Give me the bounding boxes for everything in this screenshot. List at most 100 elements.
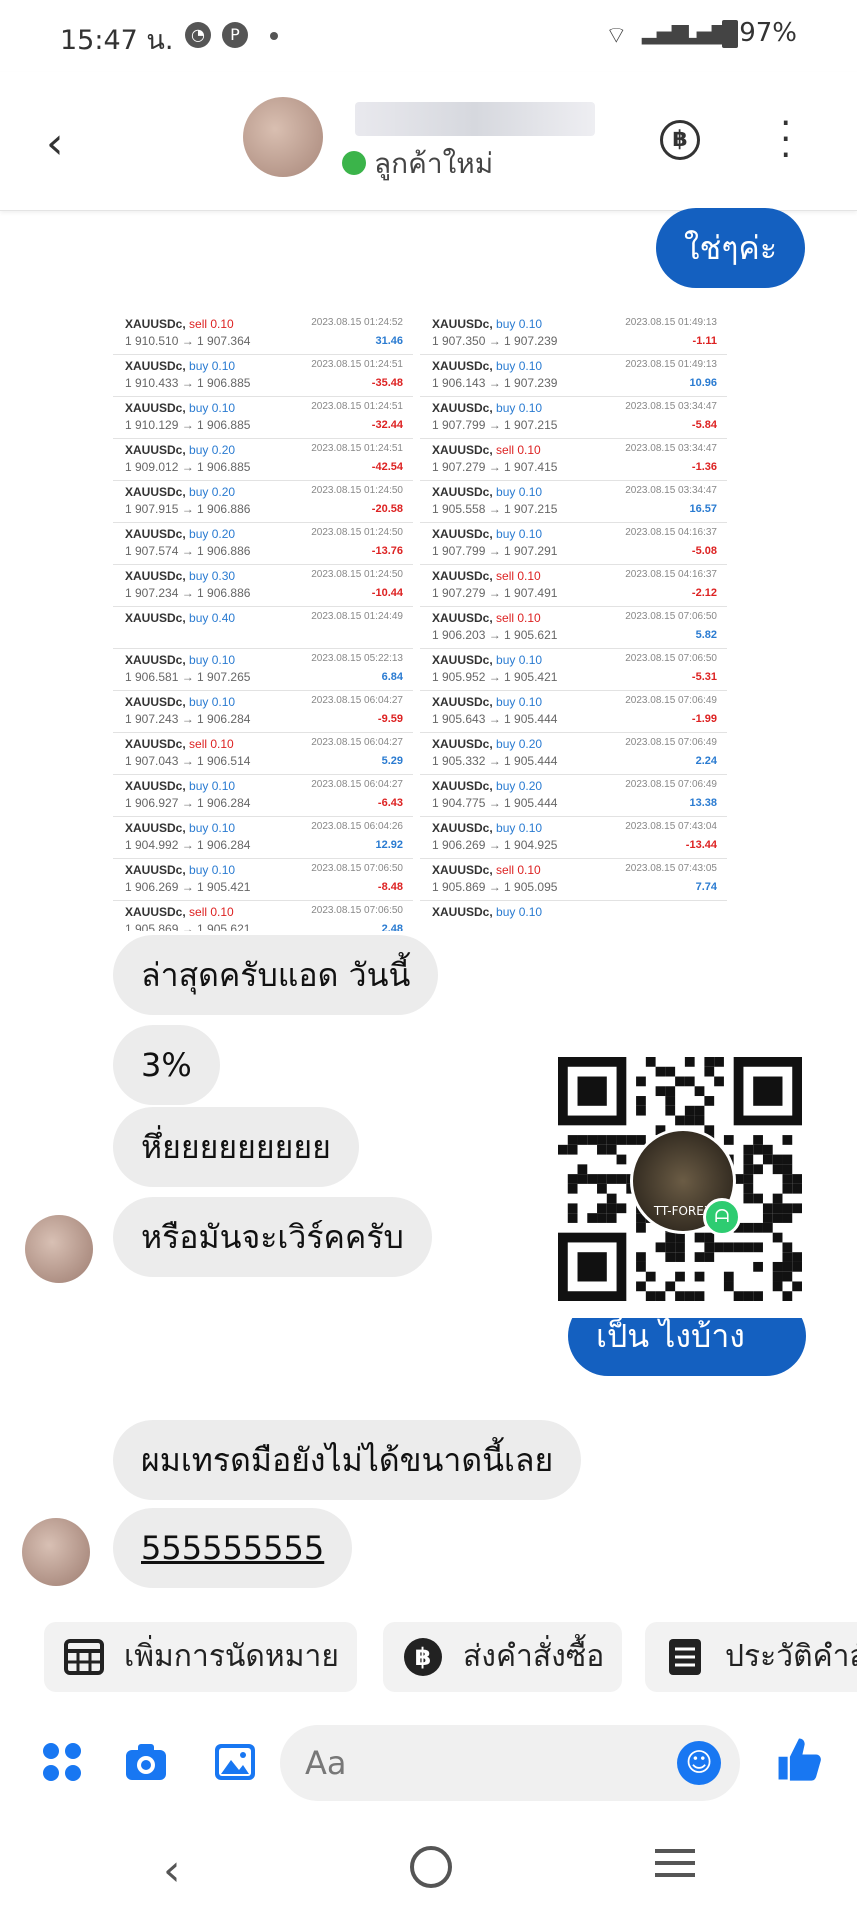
trade-profit: -35.48 [371,377,403,389]
trade-row: XAUUSDc, buy 0.10 1 907.799 → 1 907.215 20… [420,397,727,439]
calendar-icon [64,1639,104,1675]
trade-date: 2023.08.15 07:43:05 [625,863,717,874]
wifi-icon: ⌔ [605,21,628,49]
more-options-icon[interactable]: · · · [780,106,791,174]
trade-date: 2023.08.15 06:04:27 [311,737,403,748]
trade-price: 1 906.203 → 1 905.621 [432,628,558,642]
trade-profit: -1.99 [691,713,717,725]
contact-name-redacted [355,102,595,136]
message-outgoing[interactable]: เป็น ไงบ้างคะ [568,1318,806,1376]
nav-recents-icon[interactable] [655,1849,695,1877]
trade-row: XAUUSDc, buy 0.10 1 910.433 → 1 906.885 20… [113,355,413,397]
sender-avatar[interactable] [25,1215,93,1283]
trade-row: XAUUSDc, buy 0.30 1 907.234 → 1 906.886 20… [113,565,413,607]
trade-price: 1 905.332 → 1 905.444 [432,754,558,768]
message-incoming[interactable]: ล่าสุดครับแอด วันนี้ [113,935,439,1015]
trade-price: 1 909.012 → 1 906.885 [125,460,251,474]
trade-row: XAUUSDc, buy 0.10 1 905.952 → 1 905.421 20… [420,649,727,691]
trade-profit: -13.44 [685,839,717,851]
message-incoming[interactable]: หรือมันจะเวิร์คครับ [113,1197,432,1277]
trade-symbol: XAUUSDc, buy 0.10 [432,905,543,919]
trade-price: 1 906.927 → 1 906.284 [125,796,251,810]
trade-price: 1 907.915 → 1 906.886 [125,502,251,516]
trade-column-right: XAUUSDc, buy 0.10 1 907.350 → 1 907.239 20… [420,313,727,931]
trade-profit: -1.36 [691,461,717,473]
payment-baht-button[interactable]: ฿ [660,120,700,160]
trade-price: 1 906.269 → 1 904.925 [432,838,558,852]
trade-price: 1 907.243 → 1 906.284 [125,712,251,726]
trade-symbol: XAUUSDc, sell 0.10 [432,569,541,583]
trade-column-left: XAUUSDc, sell 0.10 1 910.510 → 1 907.364 2… [113,313,413,931]
trade-price: 1 905.869 → 1 905.621 [125,922,251,931]
back-arrow-icon[interactable]: ‹ [46,118,64,169]
trade-symbol: XAUUSDc, sell 0.10 [125,905,234,919]
like-thumb-icon[interactable] [774,1734,824,1784]
camera-icon[interactable] [124,1740,168,1784]
trade-symbol: XAUUSDc, buy 0.10 [432,821,543,835]
gallery-icon[interactable] [213,1740,257,1784]
trade-symbol: XAUUSDc, buy 0.20 [125,485,236,499]
trade-row: XAUUSDc, buy 0.20 1 905.332 → 1 905.444 20… [420,733,727,775]
trade-price: 1 905.952 → 1 905.421 [432,670,558,684]
trade-date: 2023.08.15 03:34:47 [625,401,717,412]
trade-price: 1 907.799 → 1 907.215 [432,418,558,432]
online-status-dot [342,151,366,175]
trade-profit: -10.44 [371,587,403,599]
trade-profit: -1.11 [692,335,717,347]
message-incoming[interactable]: ผมเทรดมือยังไม่ได้ขนาดนี้เลย [113,1420,582,1500]
trade-profit: -5.08 [691,545,717,557]
trade-symbol: XAUUSDc, sell 0.10 [432,443,541,457]
contact-status: ลูกค้าใหม่ [374,147,494,180]
trade-price: 1 910.510 → 1 907.364 [125,334,251,348]
trade-profit: 10.96 [689,377,717,389]
trade-price: 1 907.350 → 1 907.239 [432,334,558,348]
trade-price: 1 907.574 → 1 906.886 [125,544,251,558]
trade-profit: 12.92 [375,839,403,851]
message-incoming[interactable]: หึ่ยยยยยยยยย [113,1107,359,1187]
message-outgoing[interactable]: ใช่ๆค่ะ [655,208,805,288]
trade-price: 1 906.581 → 1 907.265 [125,670,251,684]
apps-grid-icon[interactable] [40,1740,84,1784]
trade-date: 2023.08.15 07:06:50 [311,905,403,916]
quick-reply-appointment[interactable]: เพิ่มการนัดหมาย [44,1622,357,1692]
trade-symbol: XAUUSDc, buy 0.10 [125,653,236,667]
trade-history-image[interactable]: XAUUSDc, sell 0.10 1 910.510 → 1 907.364 2… [113,313,727,931]
trade-profit: 5.82 [695,629,717,641]
trade-row: XAUUSDc, buy 0.20 1 909.012 → 1 906.885 20… [113,439,413,481]
trade-date: 2023.08.15 06:04:27 [311,695,403,706]
trade-profit: 6.84 [381,671,403,683]
trade-price: 1 904.775 → 1 905.444 [432,796,558,810]
trade-date: 2023.08.15 01:24:50 [311,485,403,496]
trade-symbol: XAUUSDc, buy 0.20 [432,779,543,793]
trade-date: 2023.08.15 01:24:51 [311,443,403,454]
trade-date: 2023.08.15 06:04:26 [311,821,403,832]
trade-date: 2023.08.15 04:16:37 [625,569,717,580]
message-input[interactable] [280,1725,740,1801]
nav-home-icon[interactable] [410,1846,452,1888]
trade-symbol: XAUUSDc, buy 0.10 [432,485,543,499]
quick-reply-history[interactable]: ประวัติคำสั่ง [645,1622,857,1692]
nav-back-icon[interactable]: ‹ [163,1845,181,1896]
trade-profit: 7.74 [695,881,717,893]
sender-avatar[interactable] [22,1518,90,1586]
trade-price: 1 907.279 → 1 907.491 [432,586,558,600]
pinterest-icon: P [222,22,248,48]
line-badge-icon: ᗩ [703,1198,741,1236]
trade-row: XAUUSDc, buy 0.10 1 906.269 → 1 904.925 20… [420,817,727,859]
trade-symbol: XAUUSDc, buy 0.10 [432,695,543,709]
trade-row: XAUUSDc, sell 0.10 1 905.869 → 1 905.621 2… [113,901,413,931]
trade-row: XAUUSDc, buy 0.10 1 905.558 → 1 907.215 20… [420,481,727,523]
trade-symbol: XAUUSDc, buy 0.20 [432,737,543,751]
quick-reply-order[interactable]: ฿ ส่งคำสั่งซื้อ [383,1622,623,1692]
trade-symbol: XAUUSDc, buy 0.10 [125,821,236,835]
message-incoming[interactable]: 3% [113,1025,220,1105]
trade-date: 2023.08.15 01:24:52 [311,317,403,328]
message-incoming-link[interactable]: 555555555 [113,1508,353,1588]
trade-profit: 2.48 [381,923,403,931]
emoji-icon[interactable]: ☺ [677,1741,721,1785]
trade-row: XAUUSDc, sell 0.10 1 906.203 → 1 905.621 2… [420,607,727,649]
trade-date: 2023.08.15 01:24:49 [311,611,403,622]
baht-icon: ฿ [404,1638,442,1676]
contact-avatar[interactable] [243,97,323,177]
trade-row: XAUUSDc, buy 0.10 1 905.643 → 1 905.444 20… [420,691,727,733]
